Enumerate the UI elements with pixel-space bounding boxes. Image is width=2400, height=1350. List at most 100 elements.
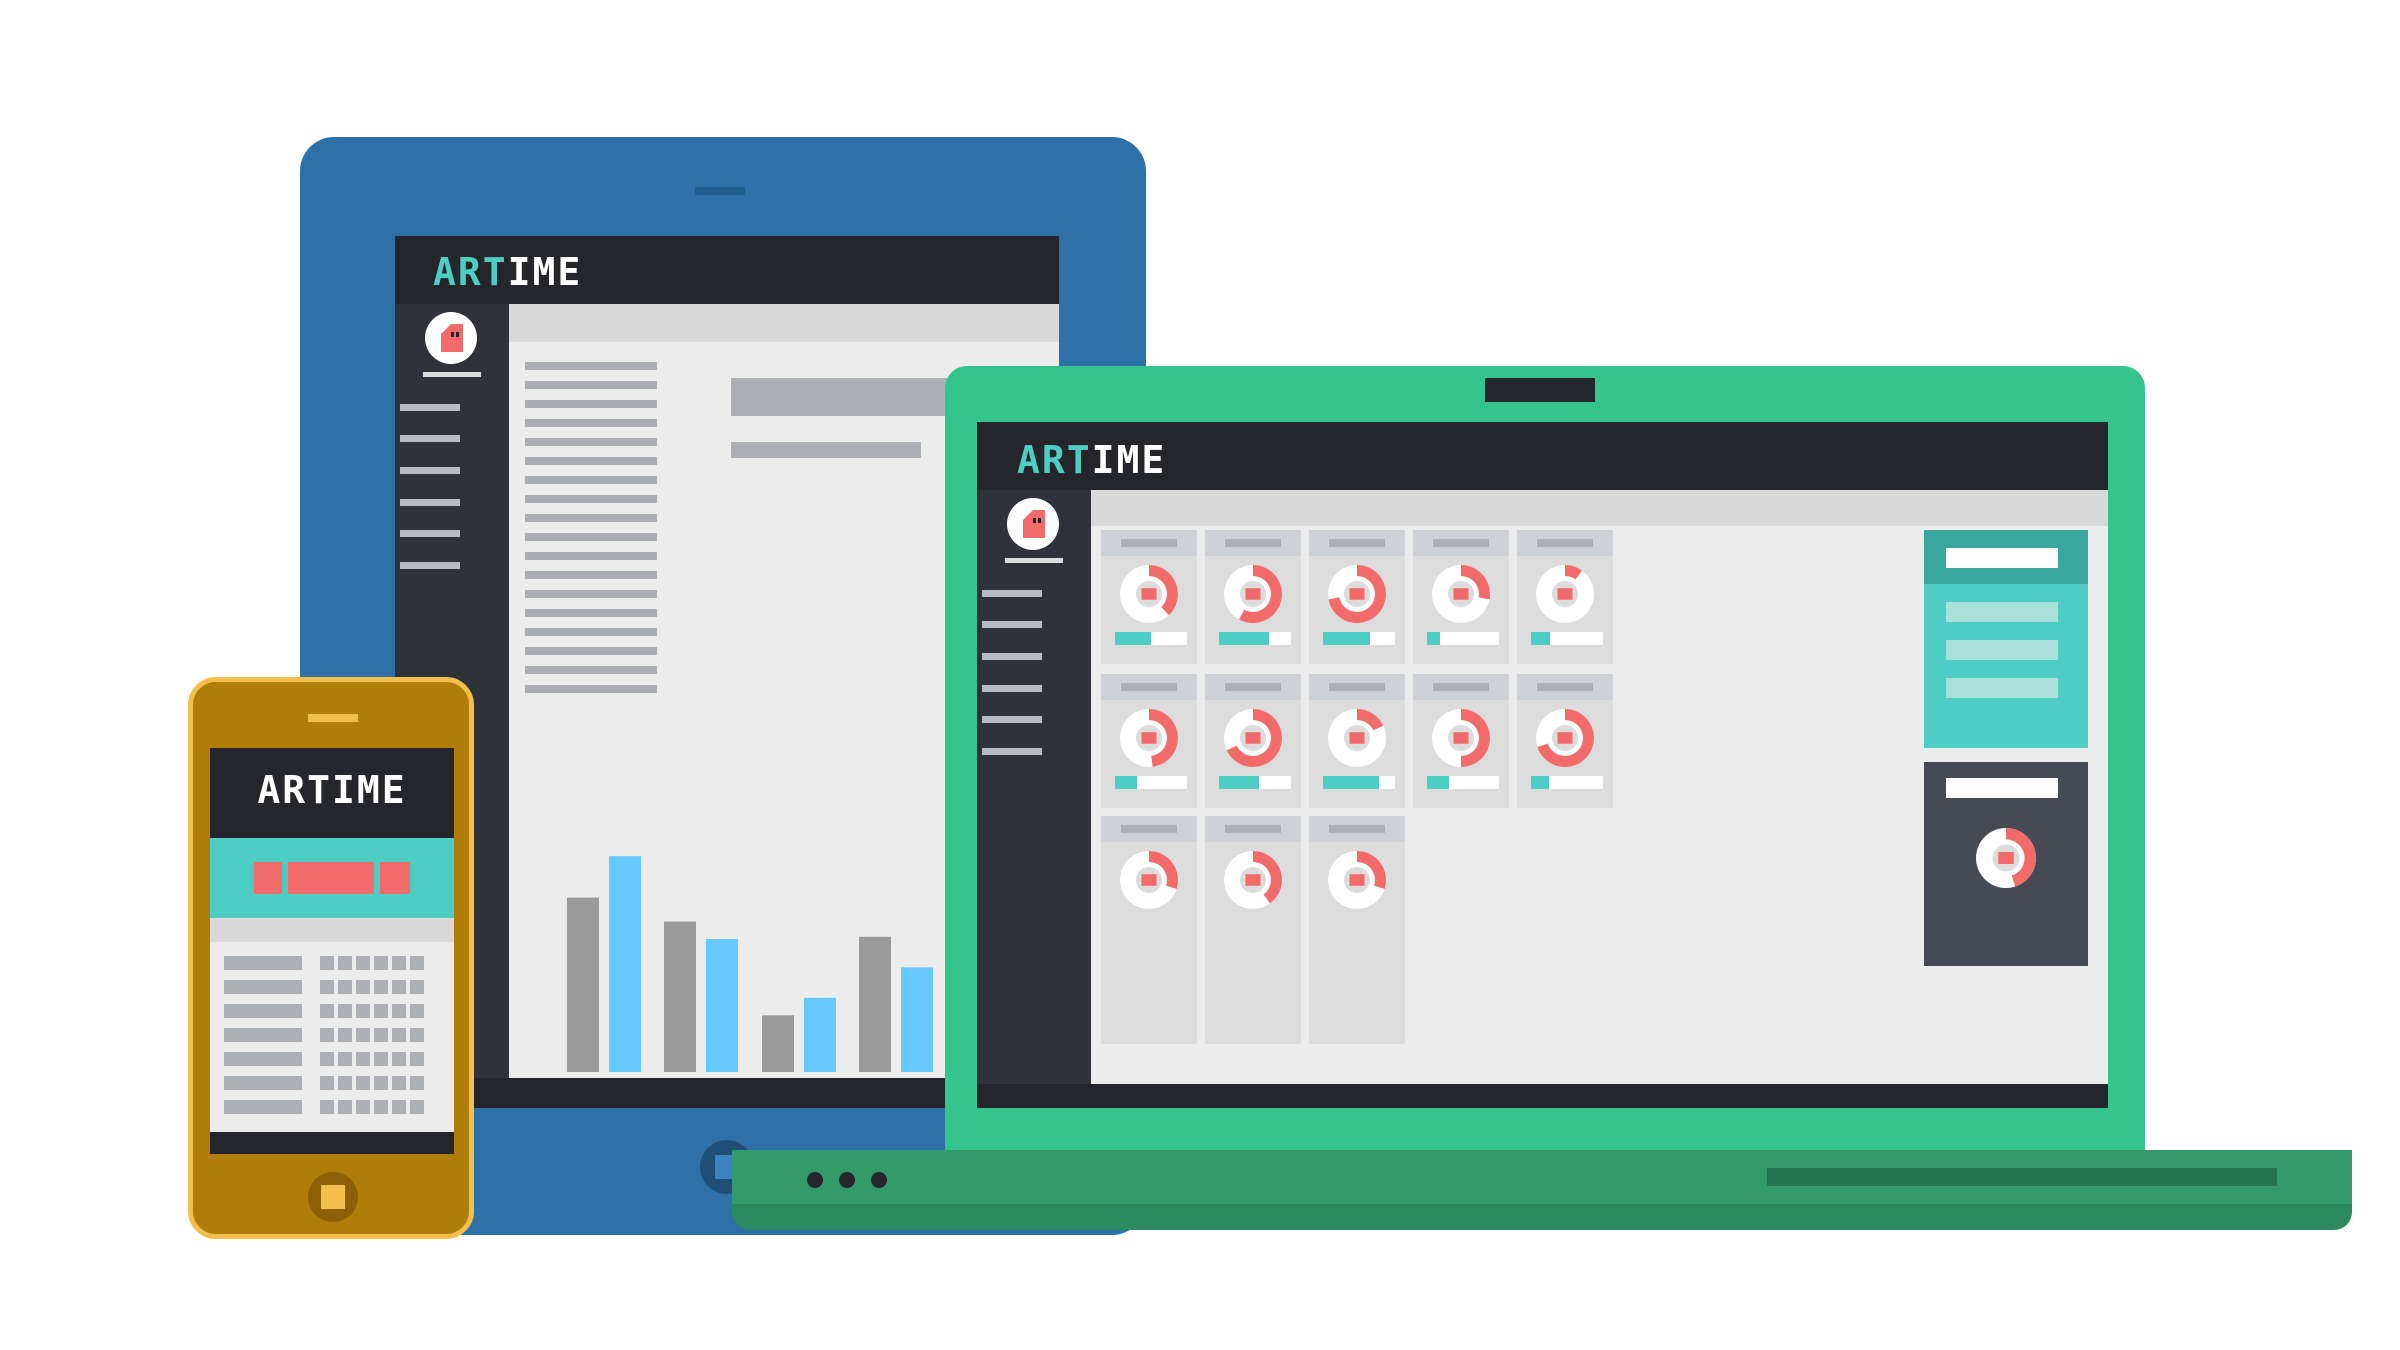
table-cell bbox=[410, 980, 424, 994]
logo-rest: IME bbox=[507, 250, 583, 294]
row-label bbox=[224, 956, 302, 970]
text-line bbox=[525, 362, 657, 370]
metric-card[interactable] bbox=[1413, 530, 1509, 664]
card-title bbox=[1537, 539, 1593, 547]
metric-card[interactable] bbox=[1101, 530, 1197, 664]
metric-card[interactable] bbox=[1101, 674, 1197, 808]
table-cell bbox=[320, 956, 334, 970]
card-title bbox=[1433, 539, 1489, 547]
row-label bbox=[224, 1100, 302, 1114]
text-line bbox=[525, 628, 657, 636]
filter-option-3[interactable] bbox=[1946, 678, 2058, 698]
filter-option-1[interactable] bbox=[1946, 602, 2058, 622]
donut-chart-icon bbox=[1536, 709, 1594, 767]
text-line bbox=[525, 400, 657, 408]
sidebar-item-5[interactable] bbox=[400, 530, 460, 537]
metric-card[interactable] bbox=[1309, 530, 1405, 664]
phone-banner-left-block[interactable] bbox=[254, 862, 282, 894]
avatar-face-icon bbox=[441, 324, 463, 352]
sidebar-item-1[interactable] bbox=[400, 404, 460, 411]
card-title bbox=[1329, 539, 1385, 547]
card-title bbox=[1537, 683, 1593, 691]
tablet-text-list bbox=[525, 362, 657, 702]
table-cell bbox=[410, 1028, 424, 1042]
table-cell bbox=[410, 956, 424, 970]
metric-card[interactable] bbox=[1309, 816, 1405, 1044]
metric-card[interactable] bbox=[1205, 816, 1301, 1044]
phone-subheader bbox=[210, 918, 454, 942]
metric-card[interactable] bbox=[1517, 674, 1613, 808]
sidebar-item-4[interactable] bbox=[400, 499, 460, 506]
metric-card[interactable] bbox=[1205, 530, 1301, 664]
phone-banner-right-block[interactable] bbox=[380, 862, 410, 894]
table-cell bbox=[410, 1100, 424, 1114]
donut-chart-icon bbox=[1224, 851, 1282, 909]
progress-track bbox=[1115, 776, 1187, 789]
sidebar-item-2[interactable] bbox=[400, 435, 460, 442]
table-cell bbox=[392, 1004, 406, 1018]
card-header bbox=[1309, 530, 1405, 556]
metric-card[interactable] bbox=[1309, 674, 1405, 808]
progress-fill bbox=[1323, 632, 1370, 645]
metric-card[interactable] bbox=[1101, 816, 1197, 1044]
sidebar-item-3[interactable] bbox=[982, 653, 1042, 660]
card-header bbox=[1205, 530, 1301, 556]
filter-panel-title bbox=[1946, 548, 2058, 568]
row-label bbox=[224, 1004, 302, 1018]
card-title bbox=[1329, 683, 1385, 691]
table-cell bbox=[356, 1076, 370, 1090]
table-cell bbox=[392, 1076, 406, 1090]
table-cell bbox=[356, 956, 370, 970]
table-row bbox=[210, 956, 454, 972]
laptop-webcam bbox=[1485, 378, 1595, 402]
laptop-logo: ARTIME bbox=[1017, 438, 1166, 482]
table-cell bbox=[356, 1052, 370, 1066]
chart-bar-series-2 bbox=[804, 997, 836, 1072]
table-cell bbox=[374, 1100, 388, 1114]
sidebar-item-5[interactable] bbox=[982, 716, 1042, 723]
donut-chart-icon bbox=[1976, 828, 2036, 888]
text-line bbox=[525, 495, 657, 503]
avatar-icon[interactable] bbox=[1007, 498, 1059, 550]
sidebar-item-2[interactable] bbox=[982, 621, 1042, 628]
table-cell bbox=[392, 1028, 406, 1042]
avatar-face-icon bbox=[1023, 510, 1045, 538]
avatar-icon[interactable] bbox=[425, 312, 477, 364]
row-label bbox=[224, 980, 302, 994]
table-row bbox=[210, 980, 454, 996]
table-cell bbox=[320, 1028, 334, 1042]
avatar-underline bbox=[1005, 558, 1063, 563]
sidebar-item-4[interactable] bbox=[982, 685, 1042, 692]
donut-chart-icon bbox=[1328, 709, 1386, 767]
phone-banner-button[interactable] bbox=[288, 862, 374, 894]
metric-card[interactable] bbox=[1413, 674, 1509, 808]
donut-chart-icon bbox=[1536, 565, 1594, 623]
card-title bbox=[1121, 825, 1177, 833]
sidebar-item-6[interactable] bbox=[400, 562, 460, 569]
donut-center-mark bbox=[1998, 852, 2014, 864]
phone-home-button-icon[interactable] bbox=[308, 1172, 358, 1222]
text-line bbox=[525, 476, 657, 484]
sidebar-item-6[interactable] bbox=[982, 748, 1042, 755]
table-cell bbox=[320, 1052, 334, 1066]
table-cell bbox=[338, 1076, 352, 1090]
donut-center-mark bbox=[1453, 732, 1469, 744]
table-cell bbox=[374, 1004, 388, 1018]
progress-track bbox=[1323, 776, 1395, 789]
metric-card[interactable] bbox=[1205, 674, 1301, 808]
table-row bbox=[210, 1052, 454, 1068]
metric-card[interactable] bbox=[1517, 530, 1613, 664]
filter-option-2[interactable] bbox=[1946, 640, 2058, 660]
text-line bbox=[525, 381, 657, 389]
text-line bbox=[525, 438, 657, 446]
progress-fill bbox=[1323, 776, 1380, 789]
sidebar-item-3[interactable] bbox=[400, 467, 460, 474]
sidebar-item-1[interactable] bbox=[982, 590, 1042, 597]
donut-center-mark bbox=[1349, 588, 1365, 600]
table-cell bbox=[410, 1076, 424, 1090]
card-title bbox=[1225, 683, 1281, 691]
chart-bar-series-2 bbox=[901, 967, 933, 1072]
progress-track bbox=[1219, 776, 1291, 789]
text-line bbox=[525, 533, 657, 541]
text-line bbox=[525, 552, 657, 560]
